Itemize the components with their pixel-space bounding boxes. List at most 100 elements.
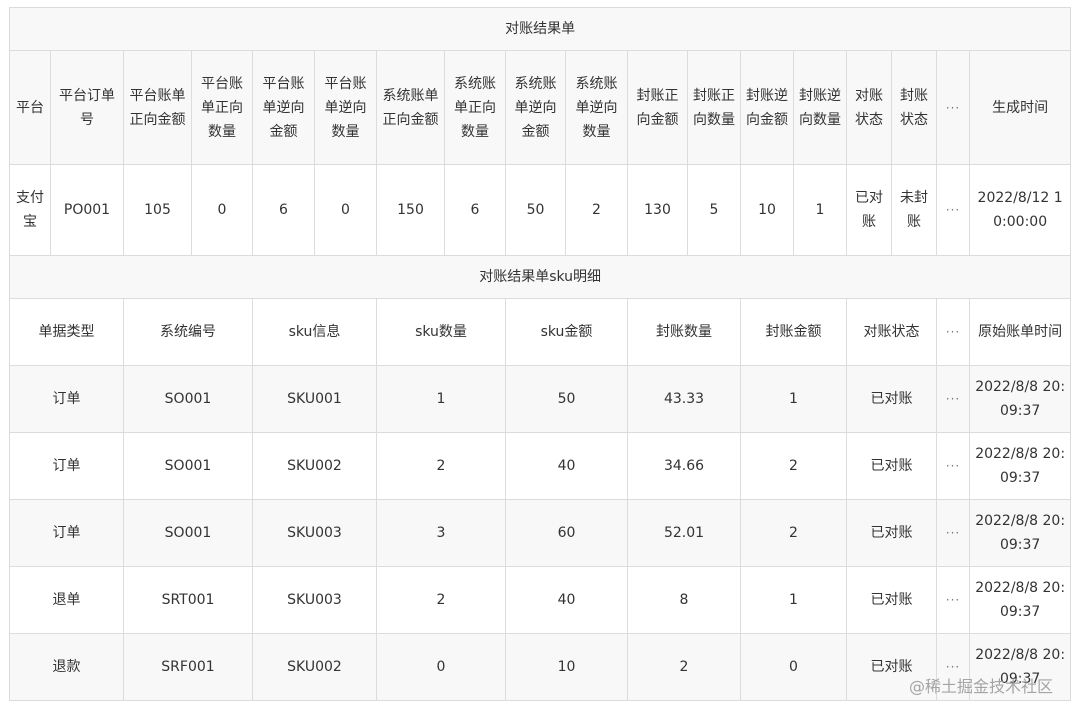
detail-header-sku-amount: sku金额 [505, 298, 628, 366]
header-system-forward-amount: 系统账单正向金额 [376, 50, 445, 165]
header-platform-reverse-amount: 平台账单逆向金额 [252, 50, 315, 165]
detail-cell-reconcile-status: 已对账 [846, 432, 937, 500]
detail-cell-closed-qty: 34.66 [627, 432, 741, 500]
detail-header-closed-amount: 封账金额 [740, 298, 847, 366]
detail-cell-more: ··· [936, 365, 970, 433]
main-cell-order-no: PO001 [50, 164, 124, 256]
detail-cell-original-time: 2022/8/8 20:09:37 [968, 499, 1072, 567]
detail-cell-closed-amount: 2 [740, 499, 847, 567]
table-row: 退单 SRT001 SKU003 2 40 8 1 已对账 ··· 2022/8… [9, 566, 1072, 634]
detail-header-sku-qty: sku数量 [376, 298, 506, 366]
detail-cell-system-no: SO001 [123, 365, 253, 433]
detail-cell-system-no: SRF001 [123, 633, 253, 701]
detail-cell-system-no: SO001 [123, 432, 253, 500]
main-cell-value: 0 [314, 164, 377, 256]
detail-cell-closed-qty: 52.01 [627, 499, 741, 567]
main-cell-value: 6 [252, 164, 315, 256]
main-cell-created-time: 2022/8/12 10:00:00 [968, 164, 1072, 256]
detail-cell-sku-qty: 3 [376, 499, 506, 567]
detail-cell-doc-type: 订单 [9, 365, 124, 433]
detail-cell-doc-type: 订单 [9, 499, 124, 567]
detail-cell-closed-amount: 1 [740, 566, 847, 634]
header-created-time: 生成时间 [968, 50, 1072, 165]
header-system-reverse-qty: 系统账单逆向数量 [565, 50, 628, 165]
detail-cell-original-time: 2022/8/8 20:09:37 [968, 365, 1072, 433]
detail-cell-reconcile-status: 已对账 [846, 566, 937, 634]
detail-cell-closed-amount: 2 [740, 432, 847, 500]
header-closed-reverse-amount: 封账逆向金额 [740, 50, 794, 165]
main-cell-value: 1 [793, 164, 847, 256]
header-platform-forward-amount: 平台账单正向金额 [123, 50, 192, 165]
header-close-status: 封账状态 [891, 50, 937, 165]
detail-cell-closed-qty: 2 [627, 633, 741, 701]
header-closed-reverse-qty: 封账逆向数量 [793, 50, 847, 165]
detail-header-original-time: 原始账单时间 [968, 298, 1072, 366]
reconciliation-result: 对账结果单 平台 平台订单号 平台账单正向金额 平台账单正向数量 平台账单逆向金… [8, 7, 1072, 701]
main-cell-platform: 支付宝 [9, 164, 51, 256]
detail-cell-sku-amount: 40 [505, 432, 628, 500]
detail-cell-doc-type: 订单 [9, 432, 124, 500]
header-platform: 平台 [9, 50, 51, 165]
detail-header-doc-type: 单据类型 [9, 298, 124, 366]
detail-cell-sku-qty: 2 [376, 432, 506, 500]
main-cell-close-status: 未封账 [891, 164, 937, 256]
detail-cell-sku-info: SKU003 [252, 499, 377, 567]
detail-cell-reconcile-status: 已对账 [846, 365, 937, 433]
reconciliation-table: 对账结果单 平台 平台订单号 平台账单正向金额 平台账单正向数量 平台账单逆向金… [8, 7, 1072, 701]
header-reconcile-status: 对账状态 [846, 50, 892, 165]
main-cell-value: 105 [123, 164, 192, 256]
table-row: 订单 SO001 SKU002 2 40 34.66 2 已对账 ··· 202… [9, 432, 1072, 500]
detail-cell-sku-info: SKU002 [252, 432, 377, 500]
main-cell-value: 2 [565, 164, 628, 256]
detail-header-more: ··· [936, 298, 970, 366]
detail-header-system-no: 系统编号 [123, 298, 253, 366]
detail-cell-system-no: SRT001 [123, 566, 253, 634]
detail-cell-sku-amount: 60 [505, 499, 628, 567]
detail-cell-more: ··· [936, 432, 970, 500]
detail-table-title: 对账结果单sku明细 [8, 255, 1072, 299]
detail-cell-sku-amount: 50 [505, 365, 628, 433]
detail-cell-sku-amount: 40 [505, 566, 628, 634]
detail-cell-original-time: 2022/8/8 20:09:37 [968, 432, 1072, 500]
detail-cell-more: ··· [936, 499, 970, 567]
detail-cell-sku-info: SKU002 [252, 633, 377, 701]
detail-cell-original-time: 2022/8/8 20:09:37 [968, 566, 1072, 634]
table-row: 订单 SO001 SKU003 3 60 52.01 2 已对账 ··· 202… [9, 499, 1072, 567]
header-platform-order-no: 平台订单号 [50, 50, 124, 165]
main-cell-value: 0 [191, 164, 253, 256]
main-cell-more: ··· [936, 164, 970, 256]
header-system-forward-qty: 系统账单正向数量 [444, 50, 506, 165]
detail-cell-closed-amount: 0 [740, 633, 847, 701]
detail-cell-doc-type: 退款 [9, 633, 124, 701]
main-cell-value: 10 [740, 164, 794, 256]
header-more-columns: ··· [936, 50, 970, 165]
header-platform-forward-qty: 平台账单正向数量 [191, 50, 253, 165]
header-closed-forward-qty: 封账正向数量 [687, 50, 741, 165]
header-closed-forward-amount: 封账正向金额 [627, 50, 688, 165]
table-row: 订单 SO001 SKU001 1 50 43.33 1 已对账 ··· 202… [9, 365, 1072, 433]
main-cell-value: 5 [687, 164, 741, 256]
detail-header-closed-qty: 封账数量 [627, 298, 741, 366]
main-cell-value: 130 [627, 164, 688, 256]
main-table-title: 对账结果单 [8, 7, 1072, 51]
detail-cell-sku-qty: 0 [376, 633, 506, 701]
detail-cell-reconcile-status: 已对账 [846, 499, 937, 567]
detail-header-sku-info: sku信息 [252, 298, 377, 366]
detail-cell-sku-amount: 10 [505, 633, 628, 701]
detail-cell-sku-qty: 1 [376, 365, 506, 433]
detail-cell-doc-type: 退单 [9, 566, 124, 634]
detail-cell-closed-qty: 43.33 [627, 365, 741, 433]
detail-cell-sku-info: SKU001 [252, 365, 377, 433]
watermark-text: @稀土掘金技术社区 [908, 677, 1053, 696]
detail-cell-system-no: SO001 [123, 499, 253, 567]
detail-cell-more: ··· [936, 566, 970, 634]
header-system-reverse-amount: 系统账单逆向金额 [505, 50, 566, 165]
detail-cell-sku-qty: 2 [376, 566, 506, 634]
main-cell-value: 6 [444, 164, 506, 256]
detail-cell-closed-amount: 1 [740, 365, 847, 433]
detail-cell-closed-qty: 8 [627, 566, 741, 634]
main-cell-reconcile-status: 已对账 [846, 164, 892, 256]
main-cell-value: 50 [505, 164, 566, 256]
detail-header-reconcile-status: 对账状态 [846, 298, 937, 366]
main-cell-value: 150 [376, 164, 445, 256]
